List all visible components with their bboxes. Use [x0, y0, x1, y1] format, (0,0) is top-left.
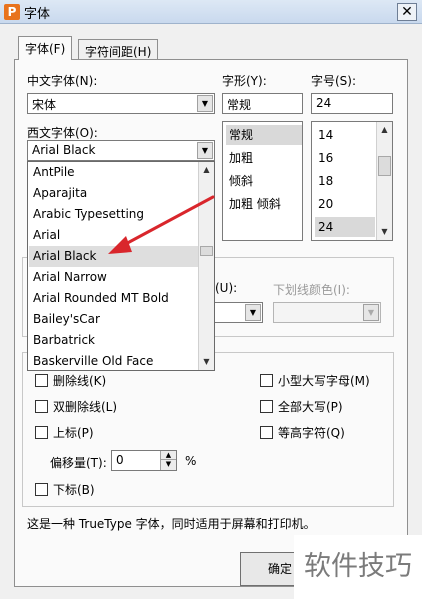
font-list-scrollbar[interactable]: ▲ ▼ [198, 162, 214, 370]
size-option[interactable]: 18 [315, 171, 336, 191]
small-caps-checkbox[interactable] [260, 374, 273, 387]
scroll-down-icon[interactable]: ▼ [377, 224, 392, 240]
tab-character-spacing[interactable]: 字符间距(H) [78, 39, 159, 61]
western-font-value: Arial Black [32, 143, 96, 157]
chevron-down-icon[interactable]: ▼ [245, 304, 261, 321]
style-option[interactable]: 加粗 倾斜 [226, 194, 284, 214]
style-input[interactable]: 常规 [222, 93, 303, 114]
font-option[interactable]: Bailey'sCar [29, 309, 199, 330]
app-icon: P [4, 4, 20, 20]
chinese-font-label: 中文字体(N): [27, 74, 98, 88]
style-option[interactable]: 倾斜 [226, 171, 256, 191]
scroll-thumb[interactable] [378, 156, 391, 176]
size-option[interactable]: 14 [315, 125, 336, 145]
strikethrough-label: 删除线(K) [53, 374, 107, 388]
chinese-font-value: 宋体 [32, 98, 57, 112]
watermark: 软件技巧 [294, 535, 422, 599]
tab-font[interactable]: 字体(F) [18, 36, 73, 60]
scroll-down-icon[interactable]: ▼ [199, 354, 214, 370]
chevron-down-icon[interactable]: ▼ [363, 304, 379, 321]
style-option[interactable]: 加粗 [226, 148, 256, 168]
style-option[interactable]: 常规 [226, 125, 302, 145]
font-option[interactable]: Baskerville Old Face [29, 351, 199, 370]
subscript-checkbox[interactable] [35, 483, 48, 496]
strikethrough-checkbox[interactable] [35, 374, 48, 387]
font-description: 这是一种 TrueType 字体，同时适用于屏幕和打印机。 [27, 517, 316, 531]
title-bar: P 字体 ✕ [0, 0, 422, 24]
superscript-checkbox[interactable] [35, 426, 48, 439]
style-label: 字形(Y): [222, 74, 267, 88]
close-button[interactable]: ✕ [397, 3, 417, 21]
offset-unit: % [185, 454, 197, 468]
offset-spinner[interactable]: ▲ ▼ [160, 451, 176, 470]
underline-style-label: (U): [215, 281, 238, 295]
scroll-thumb[interactable] [200, 246, 213, 256]
western-font-dropdown[interactable]: AntPile Aparajita Arabic Typesetting Ari… [27, 161, 215, 371]
font-option[interactable]: AntPile [29, 162, 199, 183]
double-strikethrough-label: 双删除线(L) [53, 400, 118, 414]
western-font-select[interactable]: Arial Black ▼ [27, 140, 215, 161]
style-listbox[interactable]: 常规 加粗 倾斜 加粗 倾斜 [222, 121, 303, 241]
chevron-down-icon[interactable]: ▼ [197, 142, 213, 159]
offset-input[interactable]: 0 ▲ ▼ [111, 450, 177, 471]
spin-down-icon[interactable]: ▼ [161, 460, 176, 469]
offset-value: 0 [116, 453, 124, 467]
scroll-up-icon[interactable]: ▲ [377, 122, 392, 138]
western-font-label: 西文字体(O): [27, 126, 98, 140]
size-label: 字号(S): [311, 74, 357, 88]
equal-height-checkbox[interactable] [260, 426, 273, 439]
window-title: 字体 [24, 7, 51, 22]
chevron-down-icon[interactable]: ▼ [197, 95, 213, 112]
font-option[interactable]: Arabic Typesetting [29, 204, 199, 225]
double-strikethrough-checkbox[interactable] [35, 400, 48, 413]
font-option[interactable]: Barbatrick [29, 330, 199, 351]
size-option[interactable]: 16 [315, 148, 336, 168]
size-option-selected[interactable]: 24 [315, 217, 375, 237]
superscript-label: 上标(P) [53, 426, 94, 440]
spin-up-icon[interactable]: ▲ [161, 451, 176, 460]
size-listbox[interactable]: 14 16 18 20 24 ▲ ▼ [311, 121, 393, 241]
subscript-label: 下标(B) [53, 483, 95, 497]
underline-color-label: 下划线颜色(I): [273, 283, 350, 297]
size-scrollbar[interactable]: ▲ ▼ [376, 122, 392, 240]
chinese-font-select[interactable]: 宋体 ▼ [27, 93, 215, 114]
font-option[interactable]: Arial Rounded MT Bold [29, 288, 199, 309]
equal-height-label: 等高字符(Q) [278, 426, 345, 440]
offset-label: 偏移量(T): [50, 456, 107, 470]
scroll-up-icon[interactable]: ▲ [199, 162, 214, 178]
size-input[interactable]: 24 [311, 93, 393, 114]
font-option-highlighted[interactable]: Arial Black [29, 246, 199, 267]
font-option[interactable]: Arial Narrow [29, 267, 199, 288]
size-option[interactable]: 20 [315, 194, 336, 214]
underline-color-select[interactable]: ▼ [273, 302, 381, 323]
all-caps-label: 全部大写(P) [278, 400, 343, 414]
small-caps-label: 小型大写字母(M) [278, 374, 370, 388]
all-caps-checkbox[interactable] [260, 400, 273, 413]
font-option[interactable]: Arial [29, 225, 199, 246]
font-option[interactable]: Aparajita [29, 183, 199, 204]
